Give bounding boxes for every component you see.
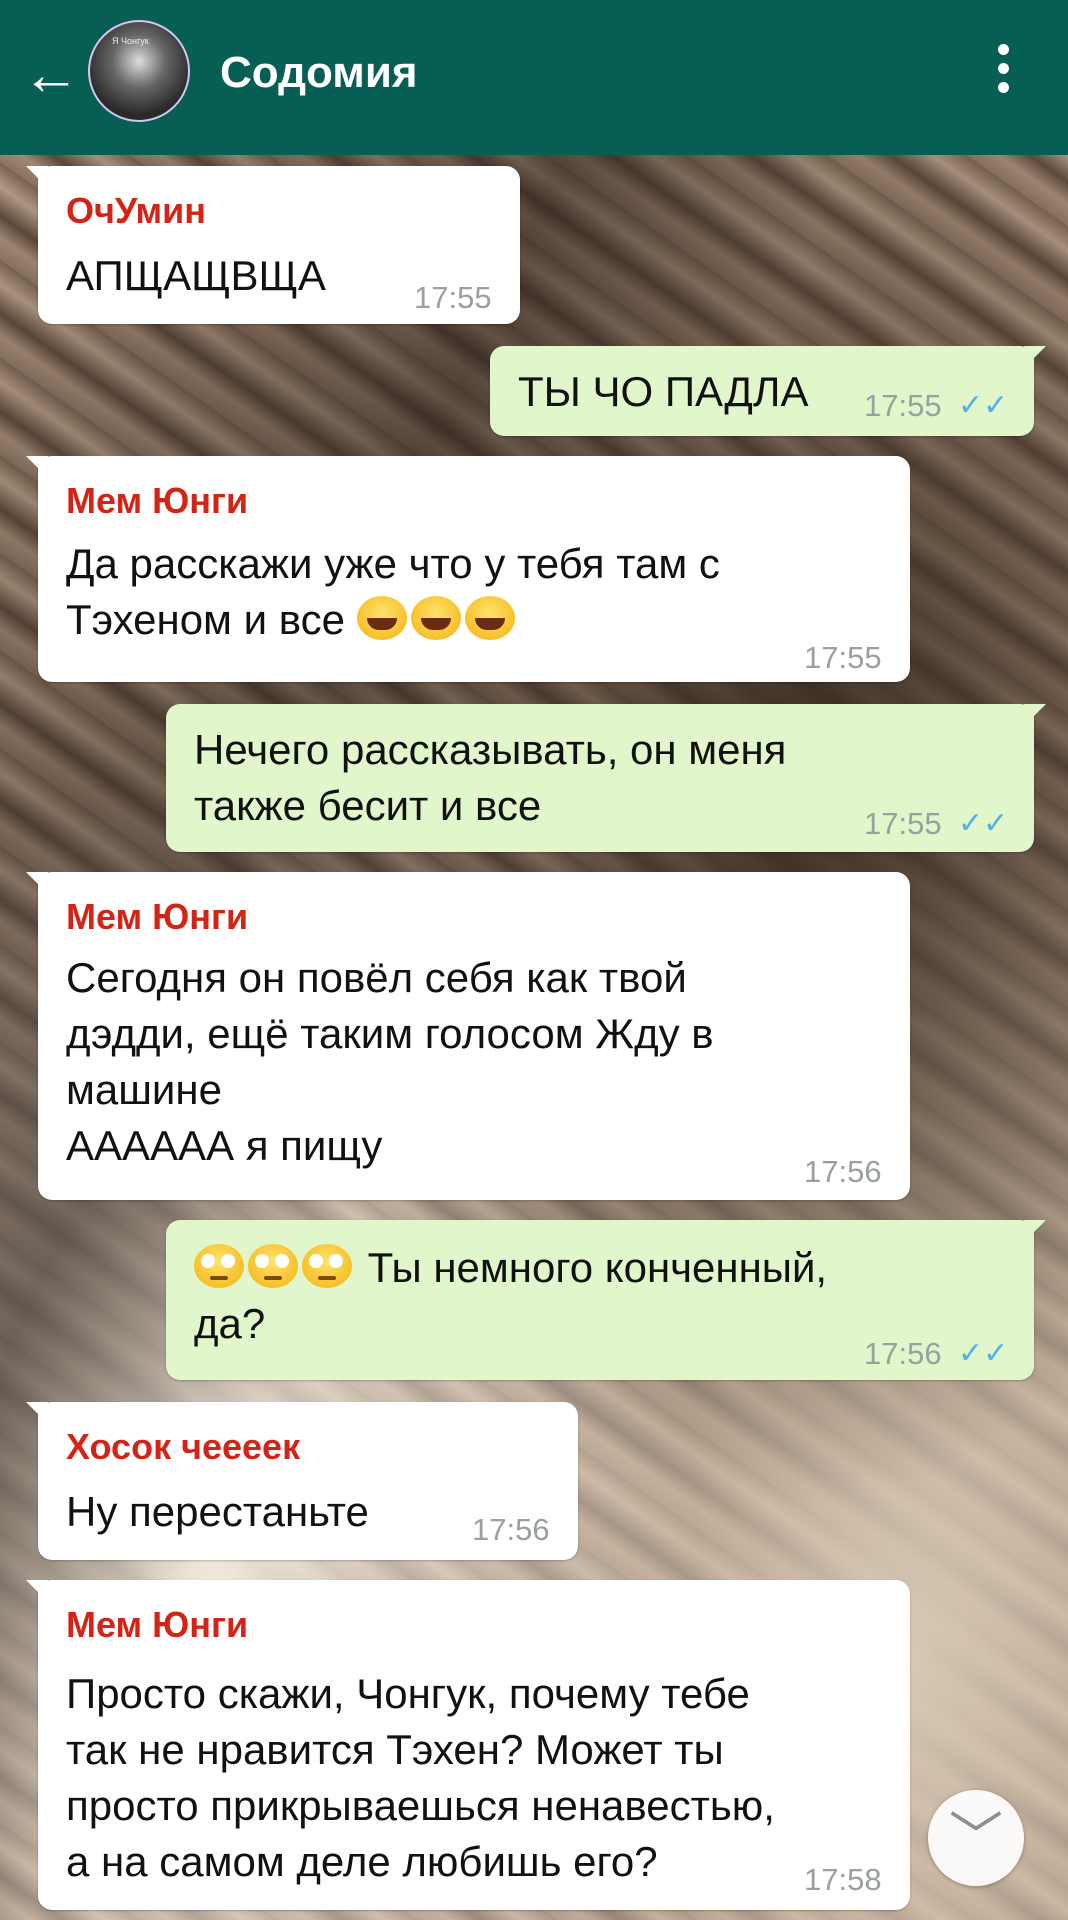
- message-bubble[interactable]: Мем Юнги Да расскажи уже что у тебя там …: [26, 456, 910, 682]
- message-time: 17:56: [472, 1512, 550, 1547]
- avatar[interactable]: Я Чонгук: [88, 20, 190, 122]
- read-receipt-icon: ✓✓: [958, 389, 1009, 422]
- message-bubble[interactable]: ОчУмин АПЩАЩВЩА 17:55: [26, 166, 520, 324]
- arrow-left-icon[interactable]: ←: [22, 40, 82, 110]
- message-text: Ну перестаньте: [66, 1488, 369, 1535]
- sender-name: Мем Юнги: [66, 480, 249, 521]
- message-time: 17:55: [864, 388, 942, 423]
- message-time: 17:56: [804, 1154, 882, 1189]
- read-receipt-icon: ✓✓: [958, 807, 1009, 840]
- message-bubble[interactable]: Нечего рассказывать, он меня также бесит…: [166, 704, 1046, 852]
- message-bubble[interactable]: ТЫ ЧО ПАДЛА 17:55 ✓✓: [490, 346, 1046, 436]
- message-bubble[interactable]: Мем Юнги Просто скажи, Чонгук, почему те…: [26, 1580, 910, 1910]
- avatar-caption: Я Чонгук: [112, 36, 149, 46]
- message-text: Да расскажи уже что у тебя там с Тэхеном…: [66, 536, 720, 648]
- more-vert-icon[interactable]: [988, 44, 1018, 104]
- chat-header: ← Я Чонгук Содомия: [0, 0, 1068, 155]
- message-text: Сегодня он повёл себя как твой дэдди, ещ…: [66, 954, 714, 1169]
- chevron-down-icon: ﹀: [949, 1808, 1003, 1868]
- sender-name: Мем Юнги: [66, 896, 249, 937]
- message-bubble[interactable]: Мем Юнги Сегодня он повёл себя как твой …: [26, 872, 910, 1200]
- message-bubble[interactable]: Ты немного конченный, да? 17:56 ✓✓: [166, 1220, 1046, 1380]
- scroll-down-button[interactable]: ﹀: [928, 1790, 1024, 1886]
- message-time: 17:55: [804, 640, 882, 675]
- read-receipt-icon: ✓✓: [958, 1337, 1009, 1370]
- message-text: Нечего рассказывать, он меня также бесит…: [194, 726, 787, 829]
- sender-name: Хосок чееeек: [66, 1426, 301, 1467]
- sender-name: ОчУмин: [66, 190, 207, 231]
- face-rolling-eyes-icon: [194, 1244, 356, 1291]
- message-time: 17:55: [414, 280, 492, 315]
- message-time: 17:55: [864, 806, 942, 841]
- laughing-emoji-icon: [356, 596, 519, 643]
- message-time: 17:58: [804, 1862, 882, 1897]
- message-time: 17:56: [864, 1336, 942, 1371]
- message-text: Просто скажи, Чонгук, почему тебе так не…: [66, 1670, 775, 1885]
- message-text: АПЩАЩВЩА: [66, 252, 326, 299]
- message-text: Ты немного конченный, да?: [194, 1240, 827, 1352]
- message-bubble[interactable]: Хосок чееeек Ну перестаньте 17:56: [26, 1402, 578, 1560]
- chat-title[interactable]: Содомия: [220, 48, 418, 98]
- message-text: ТЫ ЧО ПАДЛА: [518, 368, 809, 415]
- sender-name: Мем Юнги: [66, 1604, 249, 1645]
